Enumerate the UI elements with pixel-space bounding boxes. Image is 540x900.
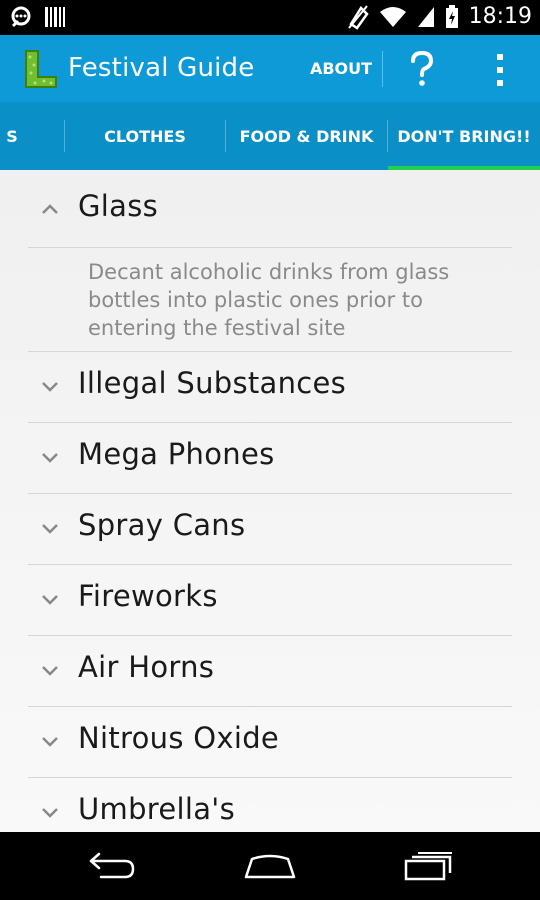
list-group-air-horns[interactable]: Air Horns	[28, 636, 512, 707]
status-bar: 18:19	[0, 0, 540, 35]
home-button[interactable]	[230, 844, 310, 888]
action-divider	[382, 51, 383, 87]
notification-icons	[10, 6, 66, 28]
chevron-down-icon	[42, 453, 58, 463]
list-group-spray-cans[interactable]: Spray Cans	[28, 494, 512, 565]
list-child-text: Decant alcoholic drinks from glass bottl…	[88, 260, 450, 340]
tab-dont-bring[interactable]: DON'T BRING!!	[388, 102, 540, 170]
recent-apps-button[interactable]	[388, 844, 468, 888]
list-group-glass[interactable]: Glass	[28, 170, 512, 248]
back-icon	[89, 852, 135, 879]
list-group-label: Air Horns	[78, 650, 215, 684]
list-group-label: Illegal Substances	[78, 366, 347, 400]
navigation-bar	[0, 832, 540, 900]
app-title: Festival Guide	[68, 53, 255, 83]
about-button[interactable]: ABOUT	[300, 35, 382, 102]
chevron-down-icon	[42, 808, 58, 818]
list-group-illegal-substances[interactable]: Illegal Substances	[28, 352, 512, 423]
list-group-label: Fireworks	[78, 579, 218, 613]
battery-charging-icon	[445, 5, 458, 28]
list-group-label: Umbrella's	[78, 792, 235, 826]
home-icon	[244, 854, 296, 879]
chevron-down-icon	[42, 666, 58, 676]
back-button[interactable]	[72, 844, 152, 888]
list-group-nitrous-oxide[interactable]: Nitrous Oxide	[28, 707, 512, 778]
status-time: 18:19	[468, 4, 532, 29]
cellular-signal-icon	[417, 7, 434, 27]
action-bar: Festival Guide ABOUT	[0, 35, 540, 102]
no-signal-icon	[347, 5, 369, 30]
list-group-umbrellas[interactable]: Umbrella's	[28, 778, 512, 832]
tab-partial[interactable]: S	[0, 102, 64, 170]
tab-bar: S CLOTHES FOOD & DRINK DON'T BRING!!	[0, 102, 540, 174]
question-mark-icon	[411, 51, 434, 86]
chevron-down-icon	[42, 595, 58, 605]
notification-barcode-icon	[45, 7, 65, 27]
overflow-menu-button[interactable]	[480, 45, 520, 95]
chevron-down-icon	[42, 382, 58, 392]
list-child-detail: Decant alcoholic drinks from glass bottl…	[28, 248, 512, 352]
chevron-down-icon	[42, 737, 58, 747]
help-button[interactable]	[396, 43, 448, 95]
system-status-icons: 18:19	[347, 4, 532, 30]
chevron-down-icon	[42, 524, 58, 534]
chevron-up-icon	[42, 204, 58, 214]
list-group-mega-phones[interactable]: Mega Phones	[28, 423, 512, 494]
list-group-label: Nitrous Oxide	[78, 721, 280, 755]
wifi-icon	[379, 7, 406, 27]
list-group-label: Mega Phones	[78, 437, 275, 471]
list-group-label: Glass	[78, 189, 159, 223]
tab-clothes[interactable]: CLOTHES	[65, 102, 225, 170]
recent-apps-icon	[404, 852, 452, 881]
tab-food-drink[interactable]: FOOD & DRINK	[226, 102, 387, 170]
list-group-fireworks[interactable]: Fireworks	[28, 565, 512, 636]
app-logo-icon[interactable]	[20, 49, 60, 89]
notification-chat-icon	[11, 6, 31, 28]
overflow-menu-icon	[497, 54, 503, 86]
expandable-list[interactable]: Glass Decant alcoholic drinks from glass…	[0, 170, 540, 832]
list-group-label: Spray Cans	[78, 508, 246, 542]
